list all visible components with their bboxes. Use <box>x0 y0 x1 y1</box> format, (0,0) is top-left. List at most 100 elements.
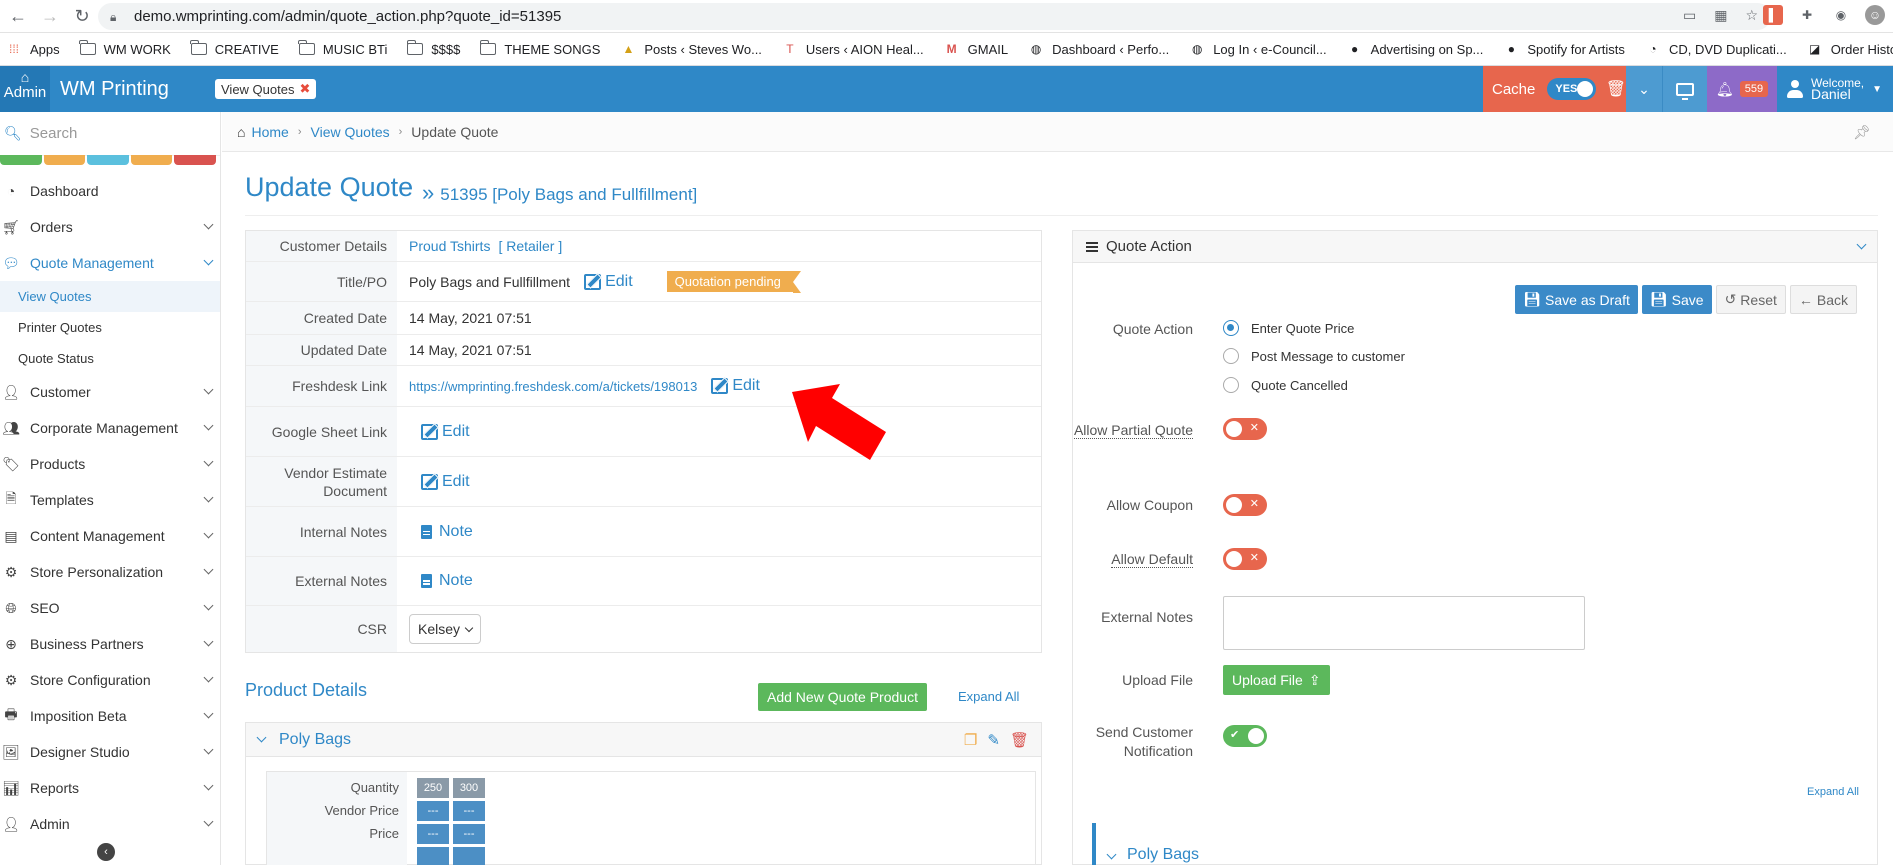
expand-all-link[interactable]: Expand All <box>958 689 1019 704</box>
sidebar-subitem-view-quotes[interactable]: View Quotes <box>0 281 220 312</box>
collapse-sidebar-icon[interactable]: ‹ <box>97 843 115 861</box>
radio-quote-cancelled[interactable]: Quote Cancelled <box>1223 377 1348 393</box>
bookmark-link[interactable]: ◍ Log In ‹ e-Council... <box>1189 42 1327 57</box>
expand-all-link[interactable]: Expand All <box>1807 786 1859 798</box>
external-notes-textarea[interactable] <box>1223 596 1585 650</box>
external-note-button[interactable]: Note <box>421 572 473 590</box>
price-cell[interactable] <box>417 847 449 865</box>
reload-icon[interactable]: ↻ <box>68 2 96 30</box>
color-bar[interactable] <box>174 155 216 165</box>
save-button[interactable]: 💾︎ Save <box>1641 285 1712 314</box>
color-bar[interactable] <box>87 155 129 165</box>
product-section-header[interactable]: Poly Bags <box>1092 823 1872 865</box>
search-input[interactable]: Search <box>30 125 78 142</box>
back-button[interactable]: ← Back <box>1789 285 1857 314</box>
price-cell[interactable]: --- <box>453 801 485 821</box>
product-panel-header[interactable]: Poly Bags ❐ ✎ 🗑︎ <box>246 723 1041 757</box>
sidebar-item-store-configuration[interactable]: ⚙︎ Store Configuration <box>0 662 220 698</box>
admin-home-button[interactable]: ⌂ Admin <box>0 66 50 112</box>
bookmark-folder[interactable]: $$$$ <box>406 40 460 57</box>
sidebar-item-dashboard[interactable]: ◔ Dashboard <box>0 173 220 209</box>
sidebar-item-store-personalization[interactable]: ⚙︎ Store Personalization <box>0 554 220 590</box>
color-bar[interactable] <box>130 155 173 165</box>
sidebar-item-corporate-management[interactable]: 👥︎ Corporate Management <box>0 410 220 446</box>
bookmark-folder[interactable]: THEME SONGS <box>479 40 600 57</box>
trash-icon[interactable]: 🗑︎ <box>1606 79 1626 99</box>
bookmark-apps[interactable]: ⁞⁞⁞ Apps <box>6 42 60 57</box>
color-bar[interactable] <box>43 155 86 165</box>
sidebar-item-products[interactable]: 🏷︎ Products <box>0 446 220 482</box>
cache-toggle[interactable]: YES <box>1547 78 1596 100</box>
sidebar-item-imposition-beta[interactable]: 🖶 Imposition Beta <box>0 698 220 734</box>
radio-checked[interactable] <box>1223 320 1239 336</box>
qr-icon[interactable]: ▦ <box>1714 7 1727 24</box>
bookmark-folder[interactable]: CREATIVE <box>190 40 279 57</box>
bookmark-link[interactable]: ◍ Dashboard ‹ Perfo... <box>1028 42 1169 57</box>
radio-post-message[interactable]: Post Message to customer <box>1223 348 1405 364</box>
cast-icon[interactable]: ▭ <box>1683 7 1696 24</box>
sidebar-item-orders[interactable]: 🛒︎ Orders <box>0 209 220 245</box>
breadcrumb-view-quotes[interactable]: View Quotes <box>311 124 390 140</box>
reset-button[interactable]: ↺ Reset <box>1715 285 1786 314</box>
puzzle-icon[interactable]: ✚ <box>1797 5 1817 25</box>
chevron-down-icon[interactable]: ⌄ <box>1626 66 1662 112</box>
bookmark-link[interactable]: T Users ‹ AION Heal... <box>782 42 923 57</box>
sidebar-item-seo[interactable]: 🌐︎ SEO <box>0 590 220 626</box>
close-icon[interactable]: ✖ <box>299 81 310 97</box>
edit-freshdesk-button[interactable]: Edit <box>711 377 760 395</box>
copy-icon[interactable]: ❐ <box>964 731 977 749</box>
allow-coupon-toggle[interactable] <box>1223 494 1267 516</box>
star-icon[interactable]: ☆ <box>1745 7 1758 24</box>
bookmark-link[interactable]: ● Spotify for Artists <box>1503 42 1625 57</box>
send-notification-toggle[interactable] <box>1223 725 1267 747</box>
price-cell[interactable] <box>453 847 485 865</box>
edit-title-button[interactable]: Edit <box>584 273 633 291</box>
csr-select[interactable]: Kelsey <box>409 614 482 644</box>
quote-action-header[interactable]: Quote Action <box>1073 231 1877 263</box>
sidebar-item-reports[interactable]: 📊︎ Reports <box>0 770 220 806</box>
radio-enter-quote-price[interactable]: Enter Quote Price <box>1223 320 1354 336</box>
allow-partial-toggle[interactable] <box>1223 418 1267 440</box>
breadcrumb-home[interactable]: Home <box>251 124 288 140</box>
user-menu[interactable]: Welcome, Daniel ▼ <box>1777 66 1893 112</box>
radio-unchecked[interactable] <box>1223 377 1239 393</box>
bookmark-folder[interactable]: WM WORK <box>79 40 171 57</box>
edit-google-sheet-button[interactable]: Edit <box>421 423 470 441</box>
edit-vendor-document-button[interactable]: Edit <box>421 473 470 491</box>
forward-arrow-icon[interactable]: → <box>36 2 64 30</box>
bookmark-link[interactable]: ◪Order History <box>1807 42 1893 57</box>
internal-note-button[interactable]: Note <box>421 523 473 541</box>
allow-default-toggle[interactable] <box>1223 548 1267 570</box>
price-cell[interactable]: --- <box>453 824 485 844</box>
sidebar-item-business-partners[interactable]: ⊕ Business Partners <box>0 626 220 662</box>
trash-icon[interactable]: 🗑︎ <box>1010 731 1029 749</box>
save-as-draft-button[interactable]: 💾︎ Save as Draft <box>1515 285 1638 314</box>
open-tab-chip[interactable]: View Quotes ✖ <box>215 79 317 99</box>
notifications-button[interactable]: 🔔︎ 559 <box>1707 66 1777 112</box>
sidebar-item-designer-studio[interactable]: 🖼︎ Designer Studio <box>0 734 220 770</box>
sidebar-item-customer[interactable]: 👤︎ Customer <box>0 374 220 410</box>
extension-icon[interactable]: ▌ <box>1763 5 1783 25</box>
price-cell[interactable]: --- <box>417 801 449 821</box>
color-bar[interactable] <box>0 155 42 165</box>
sidebar-search[interactable]: 🔍︎ Search <box>0 112 220 156</box>
camera-icon[interactable]: ◉ <box>1831 5 1851 25</box>
upload-file-button[interactable]: Upload File ⇪ <box>1223 665 1330 695</box>
bookmark-link[interactable]: ● Advertising on Sp... <box>1347 42 1483 57</box>
monitor-button[interactable] <box>1662 66 1707 112</box>
back-arrow-icon[interactable]: ← <box>4 2 32 30</box>
add-quote-product-button[interactable]: Add New Quote Product <box>758 683 927 711</box>
sidebar-item-quote-management[interactable]: 💬︎ Quote Management <box>0 245 220 281</box>
bookmark-link[interactable]: ◔ CD, DVD Duplicati... <box>1645 42 1786 57</box>
sidebar-item-templates[interactable]: 🗎 Templates <box>0 482 220 518</box>
customer-name-link[interactable]: Proud Tshirts <box>409 238 490 254</box>
sidebar-subitem-printer-quotes[interactable]: Printer Quotes <box>0 312 220 343</box>
bookmark-link[interactable]: M GMAIL <box>944 42 1008 57</box>
freshdesk-link[interactable]: https://wmprinting.freshdesk.com/a/ticke… <box>409 379 697 394</box>
bookmark-link[interactable]: ▲ Posts ‹ Steves Wo... <box>620 42 761 57</box>
sidebar-subitem-quote-status[interactable]: Quote Status <box>0 343 220 374</box>
bookmark-folder[interactable]: MUSIC BTi <box>298 40 387 57</box>
pin-icon[interactable]: 📌︎ <box>1853 124 1871 141</box>
edit-icon[interactable]: ✎ <box>987 731 1000 749</box>
address-bar[interactable]: 🔒︎ demo.wmprinting.com/admin/quote_actio… <box>98 3 1771 30</box>
